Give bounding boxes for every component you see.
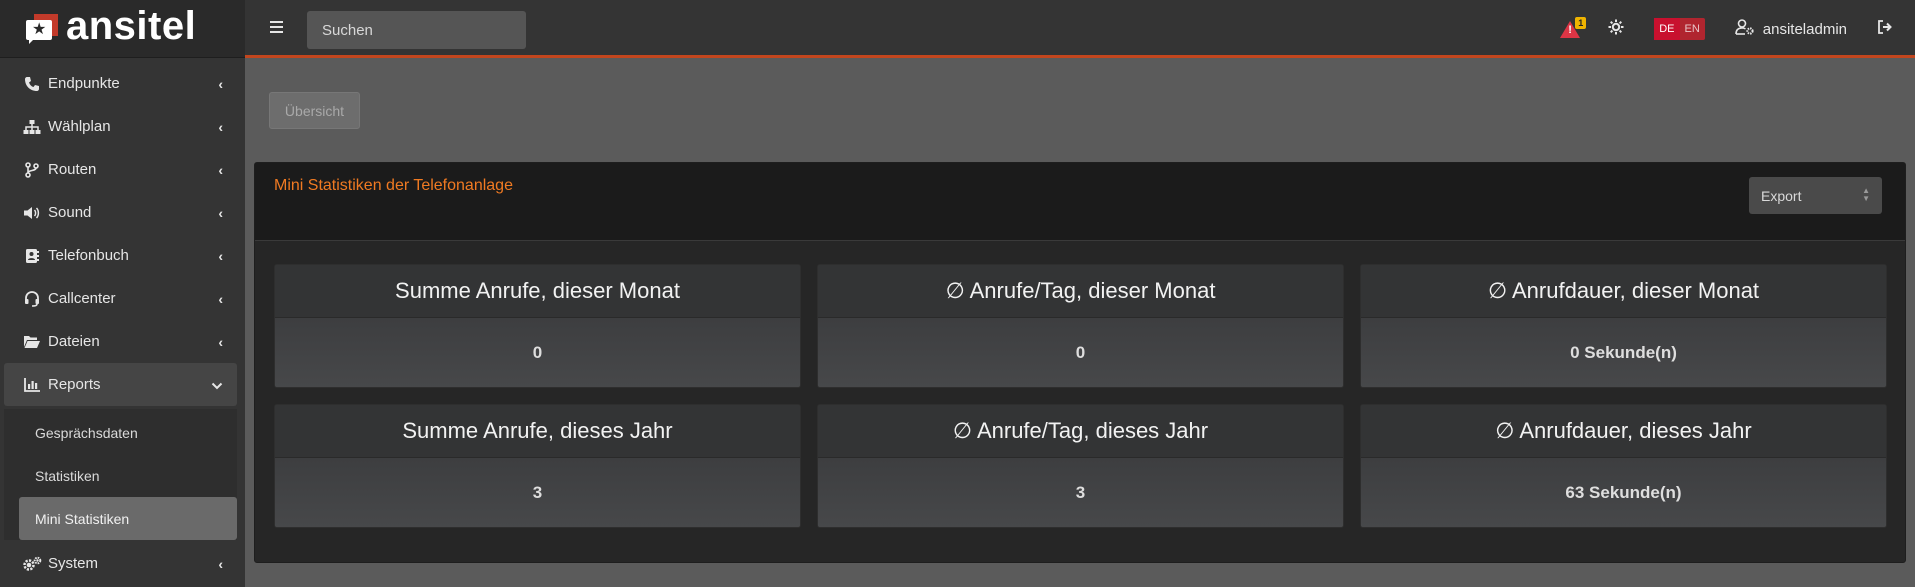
chevron-down-icon bbox=[211, 377, 223, 393]
sidebar-item-system[interactable]: System ‹ bbox=[0, 542, 245, 585]
alert-notification[interactable]: ! 1 bbox=[1560, 17, 1588, 41]
search-input[interactable] bbox=[307, 11, 526, 49]
brand-name: ansitel bbox=[66, 3, 197, 48]
alert-badge: 1 bbox=[1575, 17, 1587, 29]
export-select[interactable]: Export ▲ ▼ bbox=[1749, 177, 1882, 214]
sidebar-subitem-label: Mini Statistiken bbox=[35, 510, 130, 527]
stat-value: 0 bbox=[275, 318, 800, 387]
topbar-actions: ! 1 DE EN ansiteladmin bbox=[1560, 0, 1915, 58]
chevron-left-icon: ‹ bbox=[218, 118, 223, 135]
stats-card: Mini Statistiken der Telefonanlage Expor… bbox=[254, 162, 1906, 563]
headset-icon bbox=[22, 290, 42, 307]
username: ansiteladmin bbox=[1762, 20, 1847, 38]
sidebar-subitem-mini-statistiken[interactable]: Mini Statistiken bbox=[19, 497, 237, 540]
stat-value: 0 bbox=[818, 318, 1343, 387]
chevron-left-icon: ‹ bbox=[218, 75, 223, 92]
stat-value: 63 Sekunde(n) bbox=[1361, 458, 1886, 527]
stat-box: ∅ Anrufdauer, dieser Monat 0 Sekunde(n) bbox=[1360, 264, 1887, 388]
address-book-icon bbox=[22, 248, 42, 264]
chevron-left-icon: ‹ bbox=[218, 290, 223, 307]
sidebar: ★ ansitel Endpunkte ‹ Wählplan ‹ Routen … bbox=[0, 0, 245, 587]
sitemap-icon bbox=[22, 119, 42, 135]
stat-title: ∅ Anrufdauer, dieser Monat bbox=[1361, 265, 1886, 318]
sun-icon[interactable] bbox=[1608, 19, 1624, 40]
sidebar-item-waehlplan[interactable]: Wählplan ‹ bbox=[0, 105, 245, 148]
sidebar-subitem-label: Statistiken bbox=[35, 467, 100, 484]
sidebar-item-dateien[interactable]: Dateien ‹ bbox=[0, 320, 245, 363]
stat-title: ∅ Anrufdauer, dieses Jahr bbox=[1361, 405, 1886, 458]
card-header: Mini Statistiken der Telefonanlage Expor… bbox=[255, 163, 1905, 241]
stat-value: 3 bbox=[275, 458, 800, 527]
stat-value: 0 Sekunde(n) bbox=[1361, 318, 1886, 387]
sidebar-item-label: Wählplan bbox=[48, 118, 111, 135]
chart-bar-icon bbox=[22, 377, 42, 392]
reports-submenu: Gesprächsdaten Statistiken Mini Statisti… bbox=[4, 409, 237, 540]
chevron-left-icon: ‹ bbox=[218, 247, 223, 264]
stat-box: ∅ Anrufe/Tag, dieser Monat 0 bbox=[817, 264, 1344, 388]
volume-icon bbox=[22, 205, 42, 221]
sidebar-item-label: Sound bbox=[48, 204, 92, 221]
stat-box: ∅ Anrufdauer, dieses Jahr 63 Sekunde(n) bbox=[1360, 404, 1887, 528]
chevron-left-icon: ‹ bbox=[218, 204, 223, 221]
user-cog-icon bbox=[1734, 18, 1755, 40]
phone-icon bbox=[22, 76, 42, 92]
sidebar-nav: Endpunkte ‹ Wählplan ‹ Routen ‹ Sound ‹ bbox=[0, 58, 245, 585]
sidebar-subitem-gespraechsdaten[interactable]: Gesprächsdaten bbox=[4, 411, 237, 454]
sidebar-item-label: Telefonbuch bbox=[48, 247, 129, 264]
stat-box: ∅ Anrufe/Tag, dieses Jahr 3 bbox=[817, 404, 1344, 528]
cogs-icon bbox=[22, 556, 42, 572]
sidebar-item-reports[interactable]: Reports bbox=[4, 363, 237, 406]
stat-box: Summe Anrufe, dieser Monat 0 bbox=[274, 264, 801, 388]
brand-logo[interactable]: ★ ansitel bbox=[0, 0, 245, 58]
export-label: Export bbox=[1761, 187, 1802, 204]
hamburger-menu-icon[interactable] bbox=[269, 18, 285, 39]
chevron-left-icon: ‹ bbox=[218, 161, 223, 178]
sidebar-item-label: Dateien bbox=[48, 333, 100, 350]
sidebar-item-telefonbuch[interactable]: Telefonbuch ‹ bbox=[0, 234, 245, 277]
stats-grid: Summe Anrufe, dieser Monat 0 ∅ Anrufe/Ta… bbox=[274, 264, 1887, 528]
sidebar-item-label: System bbox=[48, 555, 99, 572]
sidebar-item-endpunkte[interactable]: Endpunkte ‹ bbox=[0, 62, 245, 105]
stat-value: 3 bbox=[818, 458, 1343, 527]
card-title: Mini Statistiken der Telefonanlage bbox=[274, 177, 513, 194]
sidebar-item-label: Endpunkte bbox=[48, 75, 120, 92]
folder-open-icon bbox=[22, 334, 42, 349]
user-menu[interactable]: ansiteladmin bbox=[1734, 18, 1847, 40]
sidebar-item-callcenter[interactable]: Callcenter ‹ bbox=[0, 277, 245, 320]
chevron-left-icon: ‹ bbox=[218, 555, 223, 572]
logout-icon[interactable] bbox=[1877, 19, 1893, 40]
code-branch-icon bbox=[22, 161, 42, 178]
chevron-left-icon: ‹ bbox=[218, 333, 223, 350]
tab-uebersicht[interactable]: Übersicht bbox=[269, 92, 360, 129]
topbar: ! 1 DE EN ansiteladmin bbox=[245, 0, 1915, 58]
sidebar-subitem-statistiken[interactable]: Statistiken bbox=[4, 454, 237, 497]
stat-box: Summe Anrufe, dieses Jahr 3 bbox=[274, 404, 801, 528]
sidebar-item-sound[interactable]: Sound ‹ bbox=[0, 191, 245, 234]
sidebar-item-label: Callcenter bbox=[48, 290, 116, 307]
stat-title: Summe Anrufe, dieses Jahr bbox=[275, 405, 800, 458]
lang-en[interactable]: EN bbox=[1680, 18, 1705, 40]
sidebar-item-label: Reports bbox=[48, 376, 101, 393]
stat-title: ∅ Anrufe/Tag, dieser Monat bbox=[818, 265, 1343, 318]
lang-de[interactable]: DE bbox=[1654, 18, 1680, 40]
stat-title: ∅ Anrufe/Tag, dieses Jahr bbox=[818, 405, 1343, 458]
sidebar-item-routen[interactable]: Routen ‹ bbox=[0, 148, 245, 191]
select-arrows-icon: ▲ ▼ bbox=[1862, 186, 1870, 203]
sidebar-item-label: Routen bbox=[48, 161, 97, 178]
sidebar-subitem-label: Gesprächsdaten bbox=[35, 424, 138, 441]
language-switcher[interactable]: DE EN bbox=[1654, 18, 1705, 40]
logo-icon: ★ bbox=[26, 13, 60, 44]
stat-title: Summe Anrufe, dieser Monat bbox=[275, 265, 800, 318]
